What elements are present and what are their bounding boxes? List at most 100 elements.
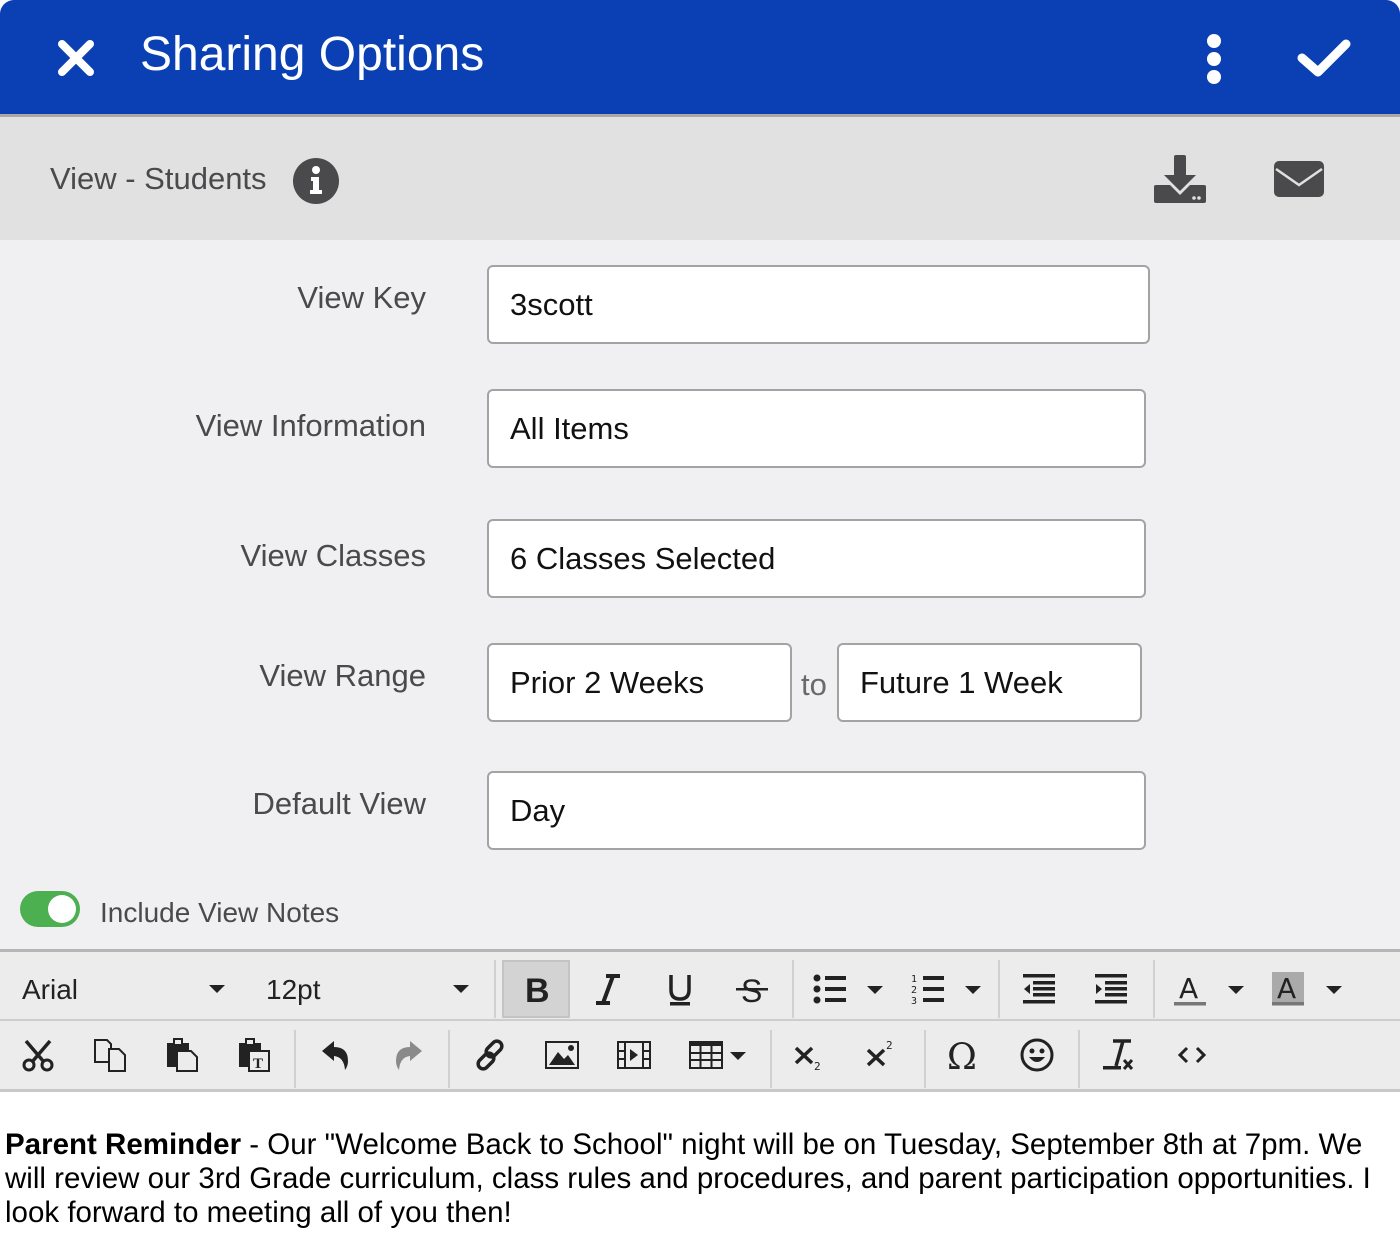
outdent-icon	[1023, 974, 1055, 1004]
close-icon	[58, 40, 94, 76]
range-separator: to	[801, 667, 827, 702]
numbered-list-button[interactable]: 123	[898, 960, 958, 1018]
strikethrough-button[interactable]: S	[722, 960, 782, 1018]
info-button[interactable]	[292, 157, 340, 205]
view-name: View - Students	[50, 161, 267, 196]
special-character-icon: Ω	[947, 1038, 977, 1072]
text-color-dropdown-icon[interactable]	[1228, 986, 1244, 994]
italic-button[interactable]	[578, 960, 638, 1018]
table-button[interactable]	[676, 1026, 736, 1084]
undo-button[interactable]	[306, 1026, 366, 1084]
table-dropdown-icon[interactable]	[730, 1052, 746, 1060]
subscript-icon: 2	[794, 1046, 821, 1072]
svg-text:B: B	[525, 972, 550, 1006]
info-icon	[293, 158, 339, 204]
cut-button[interactable]	[8, 1026, 68, 1084]
editor-bold-lead: Parent Reminder	[5, 1128, 242, 1161]
video-icon	[617, 1041, 651, 1069]
view-key-field[interactable]: 3scott	[487, 265, 1150, 344]
more-options-button[interactable]	[1196, 32, 1232, 86]
bold-button[interactable]: B	[502, 960, 570, 1018]
emoticon-button[interactable]	[1007, 1026, 1067, 1084]
separator	[1153, 960, 1155, 1018]
svg-text:Ω: Ω	[947, 1038, 977, 1072]
special-character-button[interactable]: Ω	[935, 1026, 995, 1084]
download-button[interactable]	[1152, 155, 1208, 207]
bullet-list-button[interactable]	[800, 960, 860, 1018]
dialog-title: Sharing Options	[140, 28, 485, 81]
background-color-button[interactable]: A	[1258, 960, 1318, 1018]
paste-text-button[interactable]: T	[224, 1026, 284, 1084]
undo-icon	[322, 1041, 348, 1070]
view-range-label: View Range	[259, 658, 426, 693]
copy-icon	[94, 1039, 126, 1072]
separator	[1078, 1030, 1080, 1088]
vertical-ellipsis-icon	[1207, 34, 1221, 84]
paste-text-icon: T	[239, 1038, 270, 1072]
separator	[998, 960, 1000, 1018]
source-code-button[interactable]	[1162, 1026, 1222, 1084]
underline-button[interactable]	[650, 960, 710, 1018]
view-range-to-select[interactable]: Future 1 Week	[837, 643, 1142, 722]
source-code-icon	[1177, 1046, 1207, 1064]
indent-icon	[1095, 974, 1127, 1004]
subscript-button[interactable]: 2	[780, 1026, 840, 1084]
table-icon	[689, 1041, 723, 1069]
outdent-button[interactable]	[1010, 960, 1070, 1018]
link-icon	[476, 1039, 504, 1071]
link-button[interactable]	[460, 1026, 520, 1084]
clear-formatting-icon	[1103, 1039, 1134, 1070]
paste-icon	[167, 1038, 198, 1072]
redo-button[interactable]	[378, 1026, 438, 1084]
bullet-list-dropdown-icon[interactable]	[867, 986, 883, 994]
title-bar: Sharing Options	[0, 0, 1400, 114]
font-size-value: 12pt	[266, 974, 321, 1005]
italic-icon	[596, 974, 620, 1005]
separator	[448, 1030, 450, 1088]
emoticon-icon	[1020, 1038, 1054, 1072]
svg-text:T: T	[253, 1056, 263, 1072]
email-button[interactable]	[1272, 159, 1328, 203]
svg-text:3: 3	[911, 996, 917, 1006]
video-button[interactable]	[604, 1026, 664, 1084]
view-classes-select[interactable]: 6 Classes Selected	[487, 519, 1146, 598]
superscript-button[interactable]: 2	[852, 1026, 912, 1084]
strikethrough-icon: S	[736, 973, 768, 1006]
underline-icon	[669, 975, 691, 1006]
chevron-down-icon	[209, 985, 225, 993]
background-color-icon: A	[1272, 972, 1304, 1006]
font-size-select[interactable]: 12pt	[250, 952, 490, 1019]
editor-content: Parent Reminder - Our "Welcome Back to S…	[5, 1128, 1395, 1230]
bold-icon: B	[525, 972, 550, 1006]
copy-button[interactable]	[80, 1026, 140, 1084]
include-notes-toggle[interactable]	[20, 891, 80, 927]
text-color-button[interactable]: A	[1160, 960, 1220, 1018]
notes-editor[interactable]: Parent Reminder - Our "Welcome Back to S…	[0, 1092, 1400, 1260]
indent-button[interactable]	[1082, 960, 1142, 1018]
confirm-button[interactable]	[1294, 34, 1354, 82]
background-color-dropdown-icon[interactable]	[1326, 986, 1342, 994]
cut-icon	[22, 1039, 54, 1072]
close-button[interactable]	[52, 34, 100, 82]
default-view-select[interactable]: Day	[487, 771, 1146, 850]
paste-button[interactable]	[152, 1026, 212, 1084]
image-button[interactable]	[532, 1026, 592, 1084]
numbered-list-dropdown-icon[interactable]	[965, 986, 981, 994]
view-information-select[interactable]: All Items	[487, 389, 1146, 468]
font-family-select[interactable]: Arial	[0, 952, 250, 1019]
view-information-label: View Information	[195, 408, 426, 443]
numbered-list-icon: 123	[911, 974, 944, 1006]
editor-toolbar: Arial 12pt B S 123 A A T 2 2 Ω	[0, 952, 1400, 1092]
view-classes-label: View Classes	[240, 538, 426, 573]
checkmark-icon	[1297, 39, 1351, 77]
svg-text:A: A	[1277, 972, 1296, 1005]
envelope-icon	[1274, 161, 1324, 197]
sharing-form: View Key 3scott View Information All Ite…	[0, 240, 1400, 950]
bullet-list-icon	[813, 974, 846, 1004]
clear-formatting-button[interactable]	[1090, 1026, 1150, 1084]
toggle-knob	[48, 895, 76, 923]
divider	[0, 1019, 1400, 1021]
font-family-value: Arial	[22, 974, 79, 1005]
chevron-down-icon	[453, 985, 469, 993]
view-range-from-select[interactable]: Prior 2 Weeks	[487, 643, 792, 722]
